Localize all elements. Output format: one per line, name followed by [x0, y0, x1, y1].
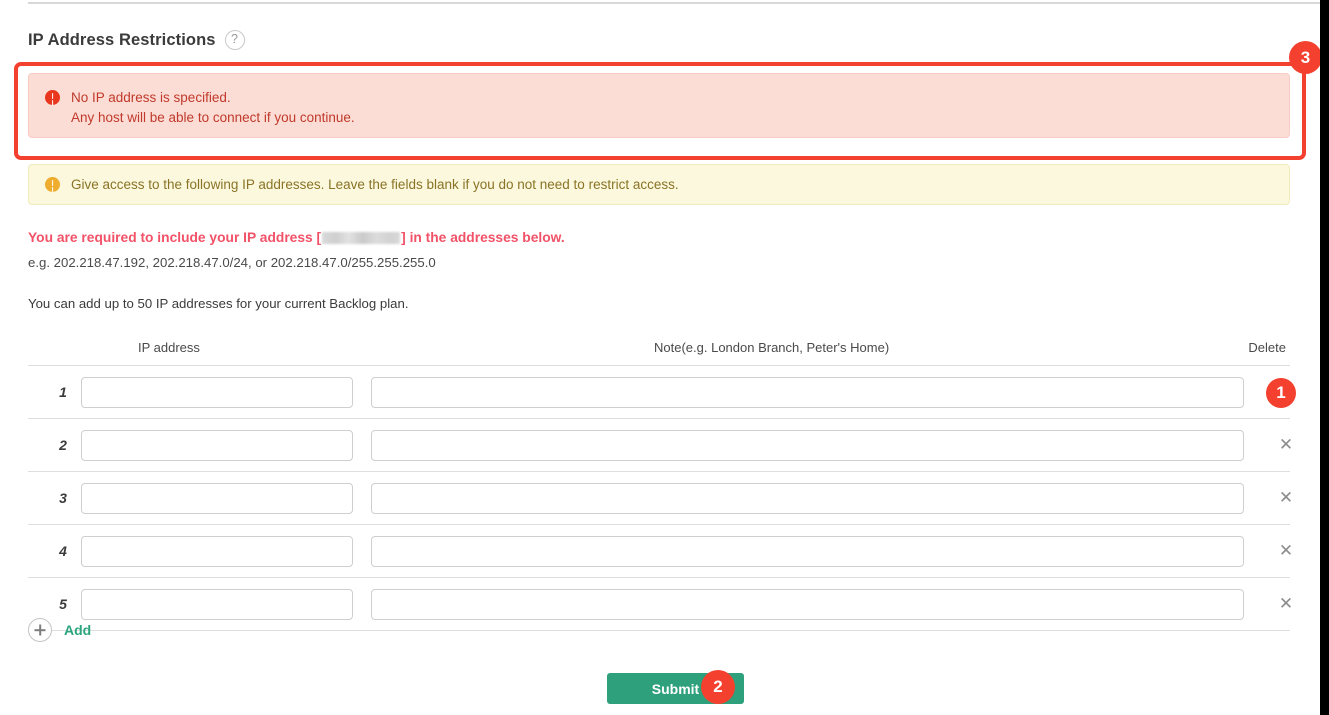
danger-alert-text: No IP address is specified. Any host wil… [71, 88, 355, 128]
note-input[interactable] [371, 535, 1244, 567]
add-row-control[interactable]: Add [28, 618, 91, 642]
row-number: 3 [59, 490, 67, 506]
note-input[interactable] [371, 429, 1244, 461]
required-ip-notice: You are required to include your IP addr… [28, 230, 565, 245]
ip-address-input[interactable] [81, 376, 353, 408]
plan-limit-note: You can add up to 50 IP addresses for yo… [28, 296, 409, 311]
example-formats: e.g. 202.218.47.192, 202.218.47.0/24, or… [28, 255, 436, 270]
close-x-icon[interactable]: ✕ [1277, 542, 1295, 560]
plus-circle-icon[interactable] [28, 618, 52, 642]
close-x-icon[interactable]: ✕ [1277, 489, 1295, 507]
danger-alert: No IP address is specified. Any host wil… [28, 73, 1290, 138]
table-header-row: IP address Note(e.g. London Branch, Pete… [28, 336, 1290, 365]
viewport-right-edge [1320, 0, 1329, 715]
header-delete: Delete [1248, 340, 1286, 355]
page-root: IP Address Restrictions ? No IP address … [0, 0, 1329, 715]
exclamation-circle-icon [45, 90, 60, 105]
table-row: 1 ✕ [28, 366, 1293, 418]
required-ip-prefix: You are required to include your IP addr… [28, 230, 322, 245]
warning-alert-text: Give access to the following IP addresse… [71, 176, 679, 192]
top-divider [28, 2, 1320, 4]
header-note: Note(e.g. London Branch, Peter's Home) [654, 340, 890, 355]
danger-alert-line1: No IP address is specified. [71, 90, 231, 105]
annotation-badge-1: 1 [1266, 378, 1296, 408]
row-number: 1 [59, 384, 67, 400]
exclamation-circle-icon [45, 177, 60, 192]
danger-alert-line2: Any host will be able to connect if you … [71, 110, 355, 125]
annotation-badge-2: 2 [701, 670, 735, 704]
add-button-label[interactable]: Add [64, 622, 91, 638]
section-heading: IP Address Restrictions ? [28, 30, 245, 50]
question-mark-icon[interactable]: ? [224, 30, 245, 50]
warning-alert: Give access to the following IP addresse… [28, 164, 1290, 205]
header-ip-address: IP address [138, 340, 200, 355]
required-ip-suffix: ] in the addresses below. [401, 230, 565, 245]
redacted-ip-address [322, 232, 401, 244]
page-title: IP Address Restrictions [28, 30, 216, 49]
table-row: 2 ✕ [28, 419, 1293, 471]
close-x-icon[interactable]: ✕ [1277, 595, 1295, 613]
ip-address-input[interactable] [81, 588, 353, 620]
close-x-icon[interactable]: ✕ [1277, 436, 1295, 454]
row-number: 5 [59, 596, 67, 612]
annotation-badge-3: 3 [1289, 41, 1322, 74]
ip-address-input[interactable] [81, 482, 353, 514]
table-row: 5 ✕ [28, 578, 1293, 630]
row-number: 2 [59, 437, 67, 453]
row-number: 4 [59, 543, 67, 559]
note-input[interactable] [371, 588, 1244, 620]
table-row: 3 ✕ [28, 472, 1293, 524]
table-row: 4 ✕ [28, 525, 1293, 577]
note-input[interactable] [371, 376, 1244, 408]
ip-address-input[interactable] [81, 429, 353, 461]
note-input[interactable] [371, 482, 1244, 514]
ip-address-input[interactable] [81, 535, 353, 567]
ip-restrictions-table: IP address Note(e.g. London Branch, Pete… [28, 336, 1293, 631]
row-divider [28, 630, 1290, 631]
